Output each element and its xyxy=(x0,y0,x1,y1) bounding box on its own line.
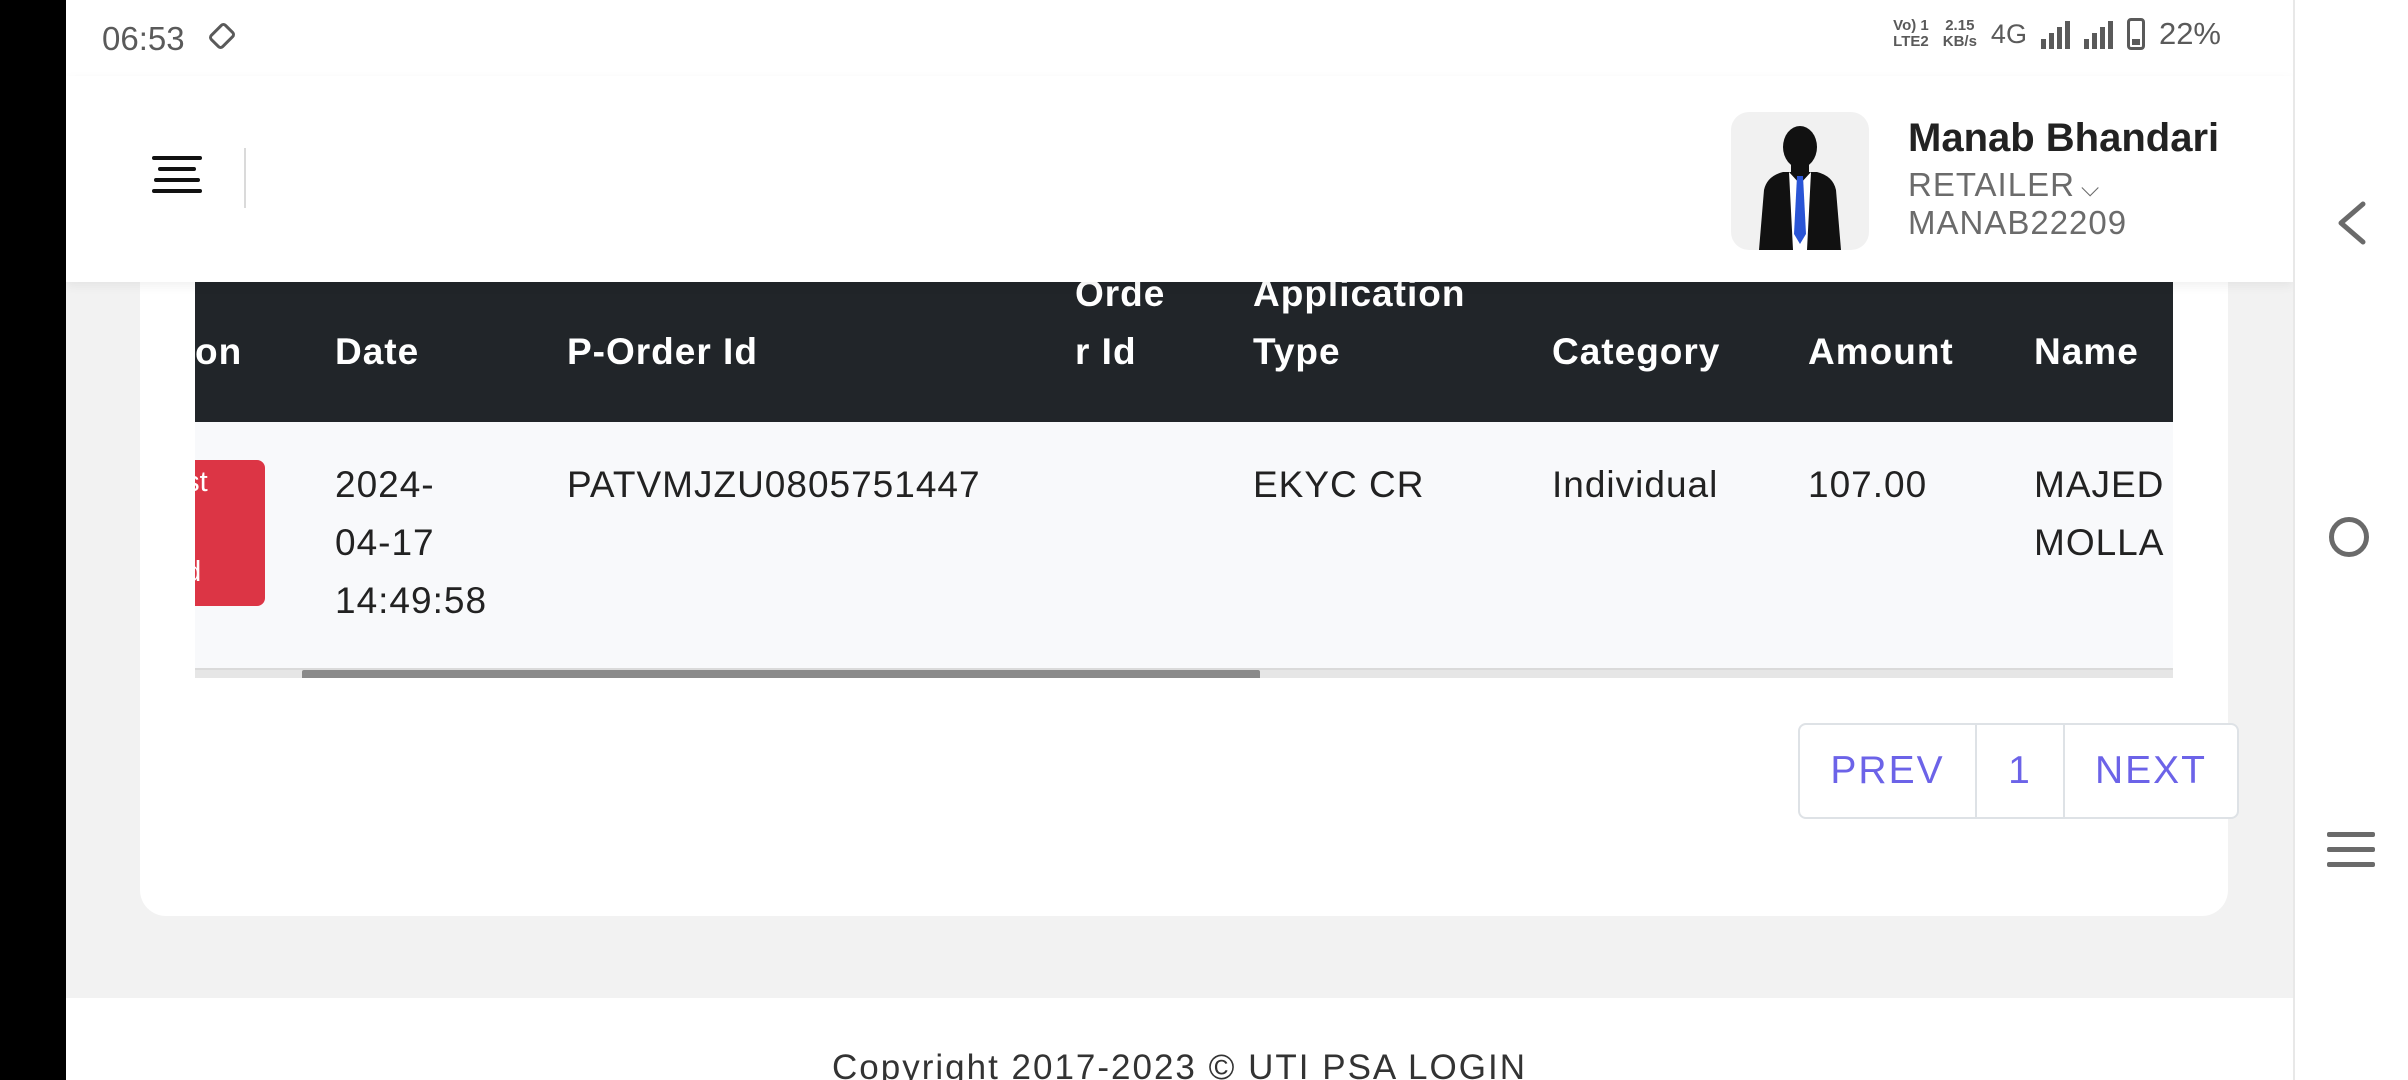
col-order-id: Orde r Id xyxy=(1075,282,1166,372)
user-name: Manab Bhandari xyxy=(1908,116,2220,160)
footer: Copyright 2017-2023 © UTI PSA LOGIN xyxy=(66,998,2293,1080)
cell-amount: 107.00 xyxy=(1808,464,1928,505)
col-name: Name xyxy=(2034,331,2139,372)
cell-name: MAJED MOLLA xyxy=(2034,464,2165,563)
col-category: Category xyxy=(1552,331,1721,372)
signal-icon-2 xyxy=(2083,19,2113,49)
app-header: Manab Bhandari RETAILER ⌵ MANAB22209 xyxy=(66,76,2293,282)
user-role-dropdown[interactable]: RETAILER ⌵ xyxy=(1908,166,2100,204)
cell-date: 2024- 04-17 14:49:58 xyxy=(335,464,488,621)
recent-apps-icon[interactable] xyxy=(2327,832,2375,877)
auto-rotate-icon xyxy=(209,23,235,49)
cell-p-order-id: PATVMJZU0805751447 xyxy=(567,464,981,505)
status-time: 06:53 xyxy=(102,20,185,57)
status-button[interactable]: est r nd xyxy=(195,460,265,606)
col-application-type: Application Type xyxy=(1253,282,1466,372)
app-screen: 06:53 Vo) 1 LTE2 2.15 KB/s 4G 22% Manab … xyxy=(66,0,2293,1080)
prev-page-button[interactable]: PREV xyxy=(1800,725,1977,817)
copyright-text: Copyright 2017-2023 © UTI PSA LOGIN xyxy=(832,1048,1527,1080)
table-header: on Date P-Order Id Orde r Id Application… xyxy=(195,282,2173,422)
user-id: MANAB22209 xyxy=(1908,204,2128,241)
page-1-button[interactable]: 1 xyxy=(1977,725,2065,817)
network-type: 4G xyxy=(1990,18,2027,49)
avatar[interactable] xyxy=(1731,112,1869,250)
pagination: PREV 1 NEXT xyxy=(1798,723,2239,819)
scrollbar-thumb[interactable] xyxy=(302,670,1260,678)
col-date: Date xyxy=(335,331,420,372)
header-divider xyxy=(244,148,246,208)
cell-application-type: EKYC CR xyxy=(1253,464,1425,505)
user-role-label: RETAILER xyxy=(1908,166,2075,203)
col-amount: Amount xyxy=(1808,331,1954,372)
status-bar: 06:53 Vo) 1 LTE2 2.15 KB/s 4G 22% xyxy=(66,0,2293,76)
transactions-table: on Date P-Order Id Orde r Id Application… xyxy=(195,282,2173,678)
status-icons: Vo) 1 LTE2 2.15 KB/s 4G 22% xyxy=(1893,16,2221,52)
col-action: on xyxy=(195,331,243,372)
battery-icon xyxy=(2126,18,2145,50)
network-speed: 2.15 KB/s xyxy=(1942,17,1977,50)
back-icon[interactable] xyxy=(2335,200,2369,246)
signal-icon-1 xyxy=(2040,19,2070,49)
col-p-order-id: P-Order Id xyxy=(567,331,758,372)
chevron-down-icon: ⌵ xyxy=(2080,175,2101,202)
user-silhouette-icon xyxy=(1759,126,1841,250)
cell-category: Individual xyxy=(1552,464,1719,505)
volte-indicator: Vo) 1 LTE2 xyxy=(1893,17,1929,50)
menu-icon[interactable] xyxy=(152,156,202,196)
battery-percent: 22% xyxy=(2158,16,2221,51)
next-page-button[interactable]: NEXT xyxy=(2065,725,2237,817)
android-nav-bar xyxy=(2293,0,2408,1080)
home-icon[interactable] xyxy=(2329,517,2369,557)
